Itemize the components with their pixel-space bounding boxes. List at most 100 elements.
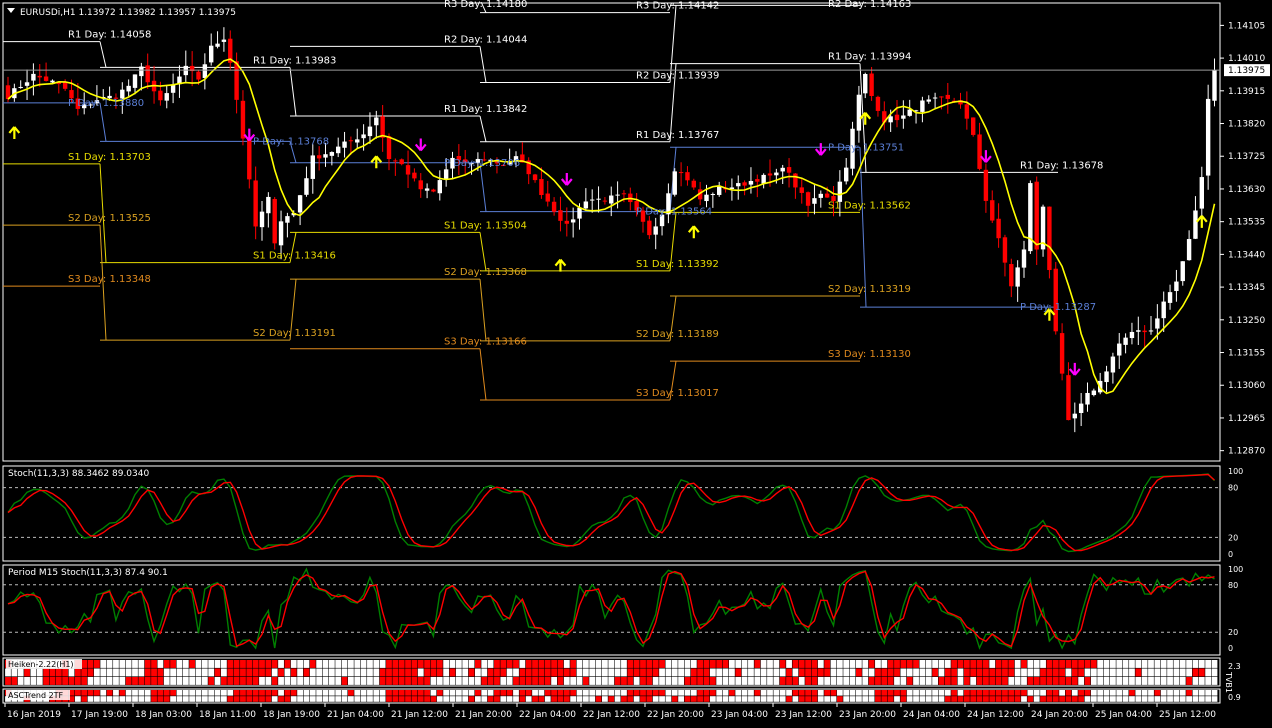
heatmap-cell [170, 668, 176, 677]
heatmap-cell [354, 668, 361, 677]
heatmap-cell [1129, 660, 1135, 668]
heatmap-cell [1160, 660, 1167, 668]
heatmap-cell [582, 668, 589, 677]
candle-body [164, 93, 169, 101]
price-tick-label: 1.13630 [1228, 185, 1265, 195]
heatmap-cell [1065, 690, 1072, 696]
moving-average [7, 58, 1216, 395]
current-price-label: 1.13975 [1228, 66, 1265, 76]
heatmap-cell [957, 690, 964, 696]
heatmap-cell [144, 690, 151, 696]
candle-body [405, 165, 411, 175]
candle-body [647, 220, 652, 236]
heatmap-cell [265, 660, 272, 668]
candle-body [361, 134, 366, 139]
heatmap-cell [455, 677, 462, 685]
heatmap-cell [316, 690, 323, 696]
heatmap-cell [68, 677, 75, 685]
heatmap-cell [544, 660, 551, 668]
heatmap-cell [557, 660, 564, 668]
heatmap-cell [646, 677, 653, 685]
heatmap-cell [1084, 668, 1091, 677]
heatmap-cell [767, 690, 773, 696]
stoch-axis-label: 20 [1228, 628, 1238, 637]
heatmap-cell [722, 677, 729, 685]
stoch-signal-line [7, 473, 1215, 552]
heatmap-cell [278, 690, 284, 696]
heatmap-cell [989, 677, 996, 685]
candle-body [348, 140, 354, 142]
heatmap-cell [449, 677, 456, 685]
heatmap-cell [252, 696, 259, 702]
heatmap-cell [1027, 660, 1034, 668]
heatmap-cell [621, 668, 627, 677]
heatmap-cell [1141, 690, 1148, 696]
heatmap-cell [113, 660, 119, 668]
heatmap-cell [341, 690, 348, 696]
heatmap-cell [767, 668, 773, 677]
heatmap-cell [779, 690, 786, 696]
heatmap-cell [487, 696, 494, 702]
heatmap-cell [417, 668, 424, 677]
heatmap-cell [240, 696, 246, 702]
heatmap-cell [1205, 696, 1212, 702]
sell-arrow-icon [980, 150, 992, 163]
heatmap-cell [411, 660, 418, 668]
candle-body [18, 86, 23, 88]
heatmap-cell [652, 668, 659, 677]
candle-body [1072, 413, 1077, 419]
heatmap-cell [417, 660, 424, 668]
heatmap-cell [627, 690, 634, 696]
heatmap-cell [1021, 668, 1027, 677]
heatmap-cell [665, 668, 672, 677]
collapse-arrow-icon[interactable] [7, 8, 15, 13]
heatmap-cell [430, 660, 437, 668]
heatmap-cell [760, 690, 767, 696]
heatmap-cell [1122, 677, 1129, 685]
heatmap-cell [932, 677, 938, 685]
candle-body [316, 155, 322, 159]
heatmap-cell [570, 696, 577, 702]
heatmap-cell [227, 668, 234, 677]
candle-body [437, 180, 442, 194]
candle-body [1021, 249, 1027, 268]
heatmap-cell [1167, 660, 1173, 668]
heatmap-cell [189, 690, 196, 696]
heatmap-cell [659, 677, 665, 685]
heatmap-cell [957, 660, 964, 668]
candle-body [1199, 177, 1204, 209]
heatmap-cell [525, 660, 532, 668]
heatmap-cell [284, 696, 291, 702]
stoch-panel-axis: 100 80 20 0 [1228, 467, 1243, 559]
heatmap-cell [1046, 690, 1053, 696]
trading-chart[interactable]: R1 Day: 1.14058 P Day: 1.13880 S1 Day: 1.1… [0, 0, 1272, 724]
heatmap-cell [932, 668, 938, 677]
heatmap-cell [602, 696, 608, 702]
heatmap-cell [729, 677, 735, 685]
heatmap-cell [944, 660, 951, 668]
heatmap-cell [767, 677, 773, 685]
asctrend-heatmap [5, 690, 1218, 702]
candle-body [761, 174, 766, 184]
heatmap-cell [386, 696, 392, 702]
candle-body [202, 64, 208, 78]
heatmap-cell [652, 696, 659, 702]
heatmap-cell [709, 696, 716, 702]
heatmap-cell [1110, 668, 1116, 677]
heatmap-cell [195, 668, 202, 677]
heatmap-cell [278, 677, 284, 685]
heatmap-cell [157, 696, 164, 702]
heatmap-cell [671, 696, 678, 702]
heatmap-cell [1129, 696, 1135, 702]
heatmap-cell [208, 677, 215, 685]
heatmap-cell [640, 696, 646, 702]
chart-canvas[interactable]: R1 Day: 1.14058 P Day: 1.13880 S1 Day: 1.1… [0, 0, 1272, 724]
heatmap-cell [843, 690, 850, 696]
heatmap-cell [900, 696, 907, 702]
candle-body [1091, 390, 1097, 396]
heatmap-cell [729, 668, 735, 677]
candle-body [221, 39, 227, 42]
heatmap-cell [836, 660, 843, 668]
heatmap-cell [894, 668, 900, 677]
heatmap-cell [487, 677, 494, 685]
